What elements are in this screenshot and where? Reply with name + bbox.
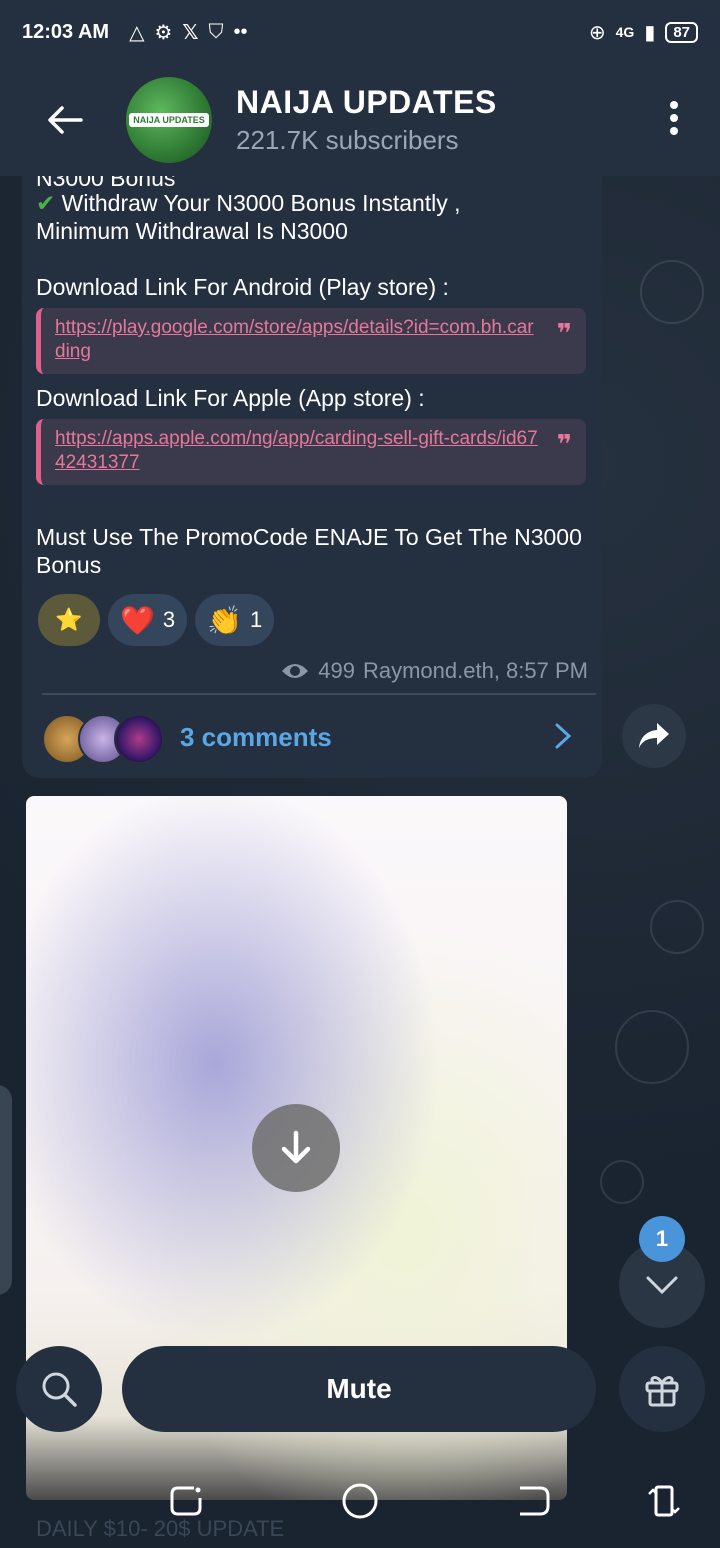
- data-saver-icon: ⊕: [588, 21, 606, 44]
- channel-info[interactable]: NAIJA UPDATES 221.7K subscribers: [236, 84, 497, 156]
- reaction-star[interactable]: ⭐: [38, 594, 100, 646]
- download-button[interactable]: [252, 1104, 340, 1192]
- promo-line1: Must Use The PromoCode ENAJE To Get The …: [36, 524, 582, 550]
- avatar-label: NAIJA UPDATES: [129, 113, 209, 127]
- back-nav-icon: [520, 1486, 550, 1516]
- doodle-pattern: [615, 1010, 689, 1084]
- quote-icon: ❞: [556, 429, 572, 459]
- apple-link-block: https://apps.apple.com/ng/app/carding-se…: [36, 419, 586, 485]
- reaction-count: 1: [250, 607, 263, 632]
- x-app-icon: 𝕏: [182, 21, 199, 44]
- message-line2: Minimum Withdrawal Is N3000: [36, 218, 348, 244]
- gift-button[interactable]: [619, 1346, 705, 1432]
- rotate-icon: [648, 1485, 680, 1517]
- edge-swipe-handle[interactable]: [0, 1085, 12, 1295]
- apple-label: Download Link For Apple (App store) :: [36, 385, 425, 411]
- apple-link[interactable]: https://apps.apple.com/ng/app/carding-se…: [55, 428, 538, 473]
- share-arrow-icon: [639, 723, 669, 748]
- view-count: 499: [318, 658, 355, 683]
- doodle-pattern: [650, 900, 704, 954]
- search-button[interactable]: [16, 1346, 102, 1432]
- star-icon: ⭐: [55, 607, 83, 632]
- reactions-row: ⭐ ❤️ 3 👏 1: [38, 594, 275, 646]
- status-bar: 12:03 AM △ ⚙ 𝕏 ⛉ •• ⊕ 4G ▮ 87: [0, 0, 720, 64]
- warning-icon: △: [129, 21, 145, 44]
- back-arrow-icon: [48, 106, 83, 134]
- bottom-bar: Mute: [0, 1346, 720, 1436]
- comments-button[interactable]: 3 comments: [22, 696, 602, 778]
- comments-label: 3 comments: [180, 721, 332, 752]
- back-button[interactable]: [32, 105, 98, 135]
- unread-badge: 1: [639, 1216, 685, 1262]
- notification-icons: △ ⚙ 𝕏 ⛉ ••: [129, 20, 247, 45]
- commenter-avatar: [114, 714, 164, 764]
- search-icon: [42, 1372, 77, 1407]
- chevron-down-icon: [646, 1276, 678, 1295]
- recents-icon: [170, 1486, 202, 1516]
- heart-icon: ❤️: [120, 604, 155, 636]
- more-menu-button[interactable]: [668, 100, 680, 141]
- subscriber-count: 221.7K subscribers: [236, 125, 459, 155]
- settings-icon: ⚙: [154, 21, 173, 44]
- android-link[interactable]: https://play.google.com/store/apps/detai…: [55, 317, 534, 362]
- gift-icon: [645, 1376, 679, 1407]
- message-meta: 499 Raymond.eth, 8:57 PM: [280, 658, 588, 684]
- message-bubble: N3000 Bonus ✔ Withdraw Your N3000 Bonus …: [22, 176, 602, 778]
- reaction-heart[interactable]: ❤️ 3: [108, 594, 188, 646]
- status-time: 12:03 AM: [22, 20, 110, 43]
- channel-avatar[interactable]: NAIJA UPDATES: [126, 77, 212, 163]
- home-button[interactable]: [341, 1482, 379, 1520]
- quote-icon: ❞: [556, 318, 572, 348]
- shield-icon: ⛉: [208, 20, 224, 43]
- clap-icon: 👏: [207, 604, 242, 636]
- battery-indicator: 87: [665, 21, 698, 43]
- signal-icon: ▮: [644, 21, 656, 44]
- reaction-clap[interactable]: 👏 1: [195, 594, 275, 646]
- eye-icon: [282, 664, 309, 678]
- author-time: Raymond.eth, 8:57 PM: [362, 658, 588, 683]
- channel-header: NAIJA UPDATES NAIJA UPDATES 221.7K subsc…: [0, 64, 720, 176]
- channel-title: NAIJA UPDATES: [236, 84, 497, 120]
- more-dots-icon: ••: [233, 20, 248, 43]
- doodle-pattern: [600, 1160, 644, 1204]
- message-line: ✔ Withdraw Your N3000 Bonus Instantly ,: [36, 189, 461, 217]
- home-icon: [342, 1483, 378, 1519]
- network-label: 4G: [615, 24, 635, 40]
- download-arrow-icon: [281, 1130, 311, 1164]
- message-line1: Withdraw Your N3000 Bonus Instantly ,: [61, 190, 461, 216]
- forward-button[interactable]: [622, 704, 686, 768]
- chevron-right-icon: [555, 723, 572, 749]
- promo-line2: Bonus: [36, 552, 102, 578]
- divider: [42, 693, 596, 695]
- android-link-block: https://play.google.com/store/apps/detai…: [36, 308, 586, 374]
- check-icon: ✔: [36, 190, 56, 216]
- doodle-pattern: [640, 260, 704, 324]
- mute-button[interactable]: Mute: [122, 1346, 596, 1432]
- reaction-count: 3: [162, 607, 176, 632]
- rotate-button[interactable]: [645, 1482, 683, 1520]
- android-label: Download Link For Android (Play store) :: [36, 274, 449, 300]
- system-nav-bar: [0, 1454, 720, 1548]
- vertical-dots-icon: [670, 100, 678, 135]
- back-nav-button[interactable]: [514, 1482, 552, 1520]
- recents-button[interactable]: [168, 1482, 206, 1520]
